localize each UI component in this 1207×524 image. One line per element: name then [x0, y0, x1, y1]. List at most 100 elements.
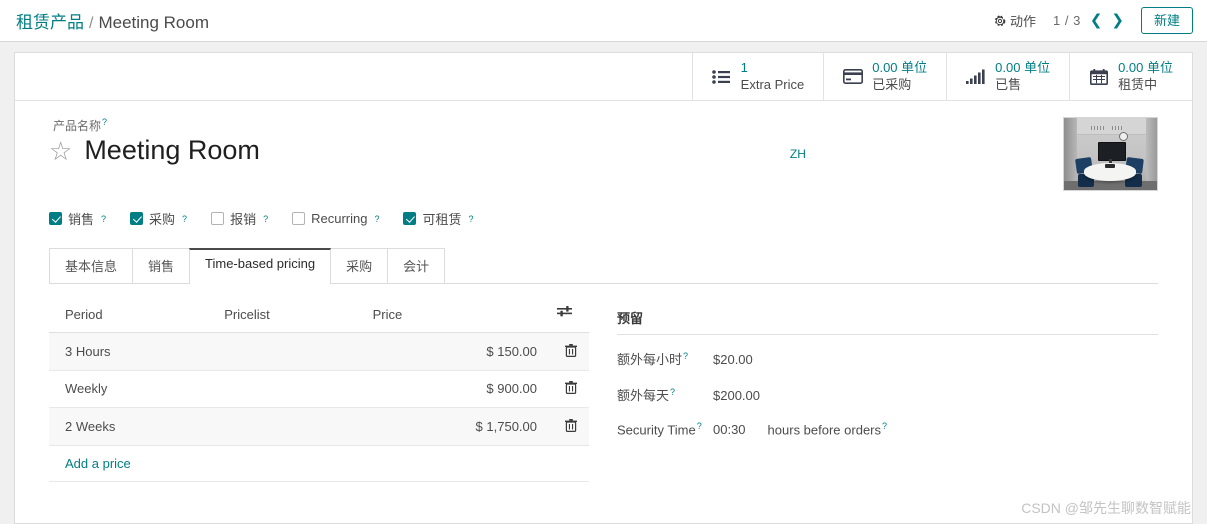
checkbox-box[interactable] — [292, 212, 306, 225]
record-pager: 1 / 3 ❮ ❯ — [1053, 13, 1124, 28]
checkbox-box[interactable] — [403, 212, 417, 225]
trash-icon[interactable] — [565, 418, 577, 435]
help-icon[interactable]: ? — [670, 387, 675, 397]
action-menu-label: 动作 — [1010, 14, 1037, 29]
tab-sales[interactable]: 销售 — [132, 248, 191, 283]
chevron-left-icon[interactable]: ❮ — [1090, 13, 1103, 28]
photo-left-wall — [1064, 118, 1077, 190]
cell-pricelist[interactable] — [208, 332, 357, 371]
field-extra-hourly: 额外每小时? $20.00 — [617, 349, 1158, 368]
product-image[interactable] — [1063, 117, 1158, 191]
stat-button-sold[interactable]: 0.00 单位 已售 — [946, 53, 1069, 100]
new-record-button[interactable]: 新建 — [1140, 6, 1193, 35]
cell-delete[interactable] — [541, 332, 589, 371]
product-type-checkbox-row: 销售? 采购? 报销? Recurring? 可租赁 ? — [49, 209, 1158, 228]
checkbox-box[interactable] — [211, 212, 225, 225]
table-row[interactable]: 2 Weeks $ 1,750.00 — [49, 407, 589, 446]
pager-arrows: ❮ ❯ — [1090, 13, 1124, 28]
checkbox-sales[interactable]: 销售? — [49, 209, 106, 228]
photo-vent — [1091, 126, 1104, 130]
field-value[interactable]: 00:30 — [713, 422, 746, 437]
page-title[interactable]: Meeting Room — [84, 135, 260, 166]
control-panel-actions: 动作 1 / 3 ❮ ❯ 新建 — [994, 6, 1193, 35]
checkbox-purchase[interactable]: 采购? — [130, 209, 187, 228]
cell-period[interactable]: 2 Weeks — [49, 407, 209, 446]
field-suffix: hours before orders? — [768, 421, 887, 437]
gear-icon — [994, 14, 1006, 27]
stat-text: 0.00 单位 已采购 — [872, 60, 927, 93]
checkbox-expense[interactable]: 报销? — [211, 209, 268, 228]
reservation-section: 预留 额外每小时? $20.00 额外每天? $200.00 Security … — [613, 302, 1158, 482]
stat-button-rented[interactable]: 0.00 单位 租赁中 — [1069, 53, 1192, 100]
watermark: CSDN @邹先生聊数智赋能 — [1021, 500, 1191, 516]
cell-delete[interactable] — [541, 407, 589, 446]
checkbox-box[interactable] — [49, 212, 62, 225]
checkbox-label: Recurring — [311, 211, 368, 226]
help-icon[interactable]: ? — [101, 214, 106, 224]
reservation-section-title: 预留 — [617, 308, 1158, 335]
help-icon[interactable]: ? — [683, 351, 688, 361]
checkbox-box[interactable] — [130, 212, 144, 225]
field-value[interactable]: $200.00 — [713, 388, 760, 403]
cell-delete[interactable] — [541, 370, 589, 409]
cell-pricelist[interactable] — [208, 407, 357, 446]
trash-icon[interactable] — [565, 343, 577, 360]
stat-button-extra-price[interactable]: 1 Extra Price — [691, 53, 824, 100]
tab-general-info[interactable]: 基本信息 — [49, 248, 134, 283]
star-outline-icon[interactable]: ☆ — [49, 138, 72, 164]
table-row[interactable]: Weekly $ 900.00 — [49, 370, 589, 409]
chevron-right-icon[interactable]: ❯ — [1111, 13, 1124, 28]
breadcrumb-parent-link[interactable]: 租赁产品 — [16, 8, 84, 33]
help-icon[interactable]: ? — [697, 421, 702, 431]
help-icon[interactable]: ? — [374, 214, 379, 224]
breadcrumb-separator: / — [89, 15, 94, 32]
column-header-pricelist: Pricelist — [208, 302, 357, 333]
add-price-link[interactable]: Add a price — [65, 456, 131, 471]
stat-button-purchased[interactable]: 0.00 单位 已采购 — [823, 53, 946, 100]
field-suffix-text: hours before orders — [767, 422, 881, 438]
breadcrumb-current: Meeting Room — [98, 13, 210, 32]
sliders-icon[interactable] — [557, 306, 572, 322]
add-price-cell[interactable]: Add a price — [49, 445, 589, 482]
trash-icon[interactable] — [565, 381, 577, 397]
help-icon[interactable]: ? — [102, 117, 107, 127]
tab-purchase[interactable]: 采购 — [330, 248, 389, 283]
tab-accounting[interactable]: 会计 — [387, 248, 446, 283]
list-icon — [711, 69, 732, 84]
action-menu-button[interactable]: 动作 — [994, 11, 1036, 30]
pager-count: 1 / 3 — [1053, 13, 1081, 28]
table-row[interactable]: 3 Hours $ 150.00 — [49, 332, 589, 371]
language-badge[interactable]: ZH — [790, 147, 806, 161]
field-label: Security Time? — [617, 421, 713, 437]
photo-vent — [1112, 126, 1123, 130]
photo-right-wall — [1146, 118, 1157, 190]
column-header-options — [541, 302, 589, 333]
cell-period[interactable]: 3 Hours — [49, 332, 209, 371]
stat-button-bar: 1 Extra Price 0.00 单位 已采购 0.00 单位 已售 0.0… — [15, 53, 1192, 101]
help-icon[interactable]: ? — [882, 421, 887, 431]
help-icon[interactable]: ? — [468, 214, 473, 224]
bar-chart-icon — [965, 69, 986, 84]
sheet-container: 1 Extra Price 0.00 单位 已采购 0.00 单位 已售 0.0… — [0, 42, 1207, 524]
cell-pricelist[interactable] — [208, 370, 357, 409]
cell-price[interactable]: $ 1,750.00 — [356, 407, 541, 446]
title-row: 产品名称? ☆ Meeting Room ZH — [49, 117, 1158, 191]
checkbox-recurring[interactable]: Recurring? — [292, 211, 379, 226]
field-value[interactable]: $20.00 — [713, 352, 753, 367]
field-label-text: Security Time — [617, 422, 696, 438]
field-extra-daily: 额外每天? $200.00 — [617, 385, 1158, 404]
photo-tv-screen — [1098, 142, 1126, 161]
table-header-row: Period Pricelist Price — [49, 302, 589, 333]
cell-period[interactable]: Weekly — [49, 370, 209, 409]
help-icon[interactable]: ? — [263, 214, 268, 224]
tab-time-based-pricing[interactable]: Time-based pricing — [189, 248, 332, 284]
checkbox-label: 可租赁 — [422, 212, 462, 227]
help-icon[interactable]: ? — [182, 214, 187, 224]
add-row[interactable]: Add a price — [49, 445, 589, 482]
stat-value: 0.00 单位 — [995, 60, 1051, 76]
checkbox-rentable[interactable]: 可租赁? — [403, 209, 474, 228]
column-header-price: Price — [356, 302, 541, 333]
cell-price[interactable]: $ 900.00 — [356, 370, 541, 409]
stat-label: 已采购 — [872, 76, 912, 92]
cell-price[interactable]: $ 150.00 — [356, 332, 541, 371]
